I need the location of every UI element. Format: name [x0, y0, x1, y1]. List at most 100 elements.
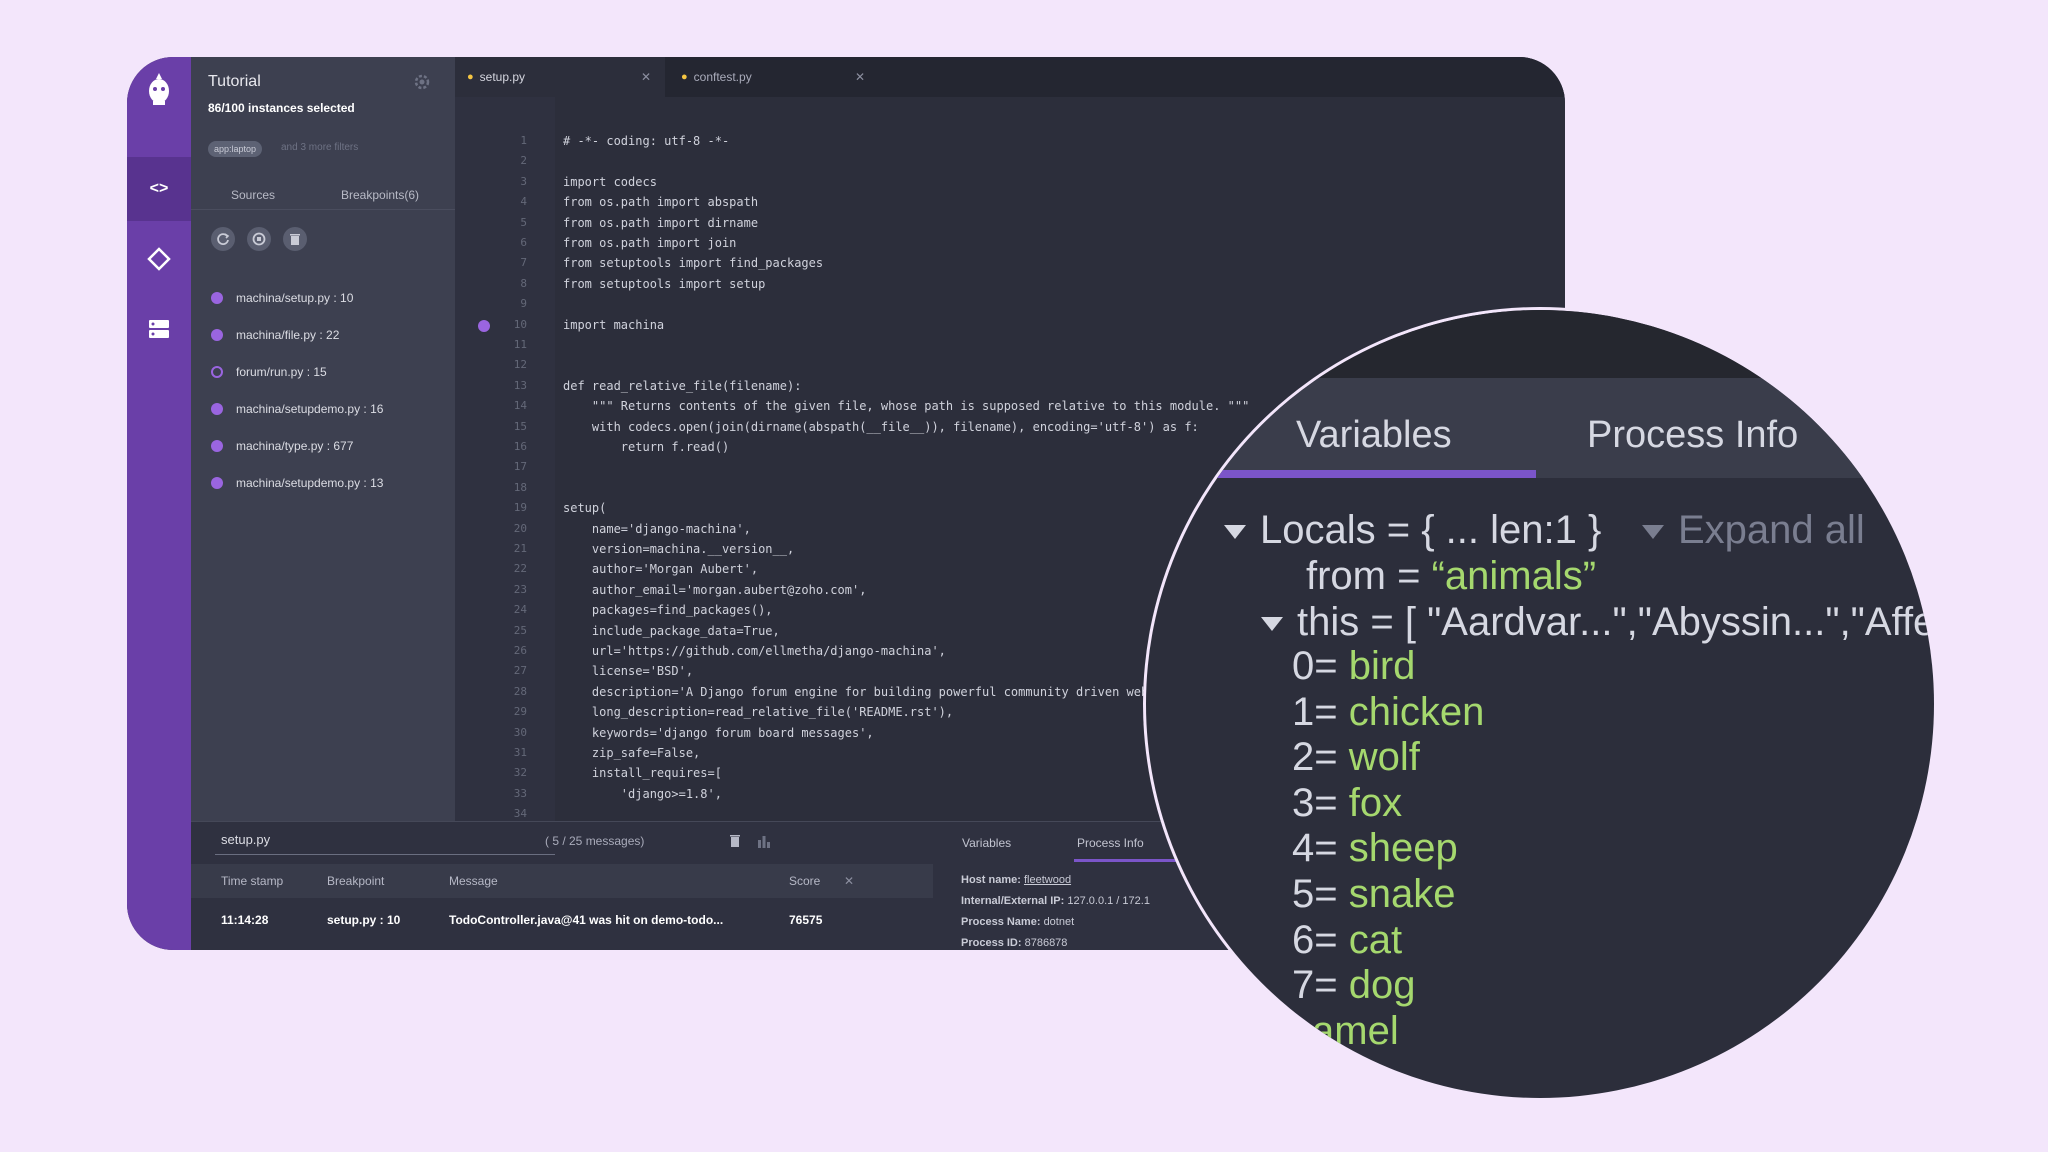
breakpoint-dot-icon[interactable]: [211, 365, 223, 378]
col-message[interactable]: Message: [449, 874, 498, 888]
tab-sources[interactable]: Sources: [231, 188, 275, 202]
disable-all-button[interactable]: [247, 227, 271, 251]
row-breakpoint: setup.py : 10: [327, 913, 401, 927]
col-timestamp[interactable]: Time stamp: [221, 874, 283, 888]
code-nav-button[interactable]: <>: [127, 157, 191, 221]
magnifier-tabs: Variables Process Info: [1146, 378, 1934, 478]
code-text: license='BSD',: [563, 664, 694, 679]
code-line: 6 from os.path import join: [455, 233, 1565, 253]
line-number[interactable]: 25: [455, 621, 555, 641]
breakpoint-item[interactable]: machina/file.py : 22: [211, 316, 383, 353]
var-key: 6=: [1292, 917, 1349, 962]
breakpoint-item[interactable]: forum/run.py : 15: [211, 353, 383, 390]
tab-breakpoints[interactable]: Breakpoints(6): [341, 188, 419, 202]
line-number[interactable]: 8: [455, 274, 555, 294]
var-value: cat: [1348, 917, 1403, 962]
close-icon[interactable]: ✕: [641, 70, 651, 84]
line-number[interactable]: 29: [455, 702, 555, 722]
line-number[interactable]: 13: [455, 376, 555, 396]
breakpoint-dot-icon[interactable]: [211, 328, 223, 341]
close-icon[interactable]: ✕: [855, 70, 865, 84]
breakpoint-item[interactable]: machina/setupdemo.py : 16: [211, 390, 383, 427]
more-filters-link[interactable]: and 3 more filters: [281, 141, 358, 155]
line-number[interactable]: 7: [455, 253, 555, 273]
stop-icon: [252, 232, 266, 246]
line-number[interactable]: 20: [455, 519, 555, 539]
python-file-icon: ●: [681, 71, 688, 83]
tab-variables[interactable]: Variables: [1296, 414, 1452, 457]
gear-icon[interactable]: [413, 73, 431, 91]
line-number[interactable]: 11: [455, 335, 555, 355]
line-number[interactable]: 15: [455, 417, 555, 437]
close-icon[interactable]: ✕: [844, 874, 854, 888]
line-number[interactable]: 28: [455, 682, 555, 702]
var-key: 4=: [1292, 826, 1349, 871]
col-breakpoint[interactable]: Breakpoint: [327, 874, 384, 888]
code-text: from os.path import dirname: [563, 215, 759, 230]
code-line: 8 from setuptools import setup: [455, 274, 1565, 294]
line-number[interactable]: 4: [455, 192, 555, 212]
line-number[interactable]: 30: [455, 723, 555, 743]
line-number[interactable]: 22: [455, 559, 555, 579]
line-number[interactable]: 5: [455, 213, 555, 233]
code-line: 2: [455, 151, 1565, 171]
line-number[interactable]: 12: [455, 355, 555, 375]
code-text: url='https://github.com/ellmetha/django-…: [563, 644, 946, 658]
code-text: from os.path import join: [563, 236, 737, 250]
breakpoint-dot-icon[interactable]: [211, 476, 223, 489]
code-line: 5 from os.path import dirname: [455, 213, 1565, 233]
line-number[interactable]: 18: [455, 478, 555, 498]
table-row[interactable]: 11:14:28 setup.py : 10 TodoController.ja…: [191, 900, 933, 940]
bar-chart-icon[interactable]: [757, 834, 771, 848]
breakpoint-item[interactable]: machina/setupdemo.py : 13: [211, 464, 383, 501]
magnifier-header: [1146, 310, 1934, 378]
breakpoint-item[interactable]: machina/type.py : 677: [211, 427, 383, 464]
line-number[interactable]: 32: [455, 763, 555, 783]
line-number[interactable]: 6: [455, 233, 555, 253]
breakpoint-dot-icon[interactable]: [211, 291, 223, 304]
line-number[interactable]: 2: [455, 151, 555, 171]
line-number[interactable]: 10: [455, 315, 555, 335]
tab-process-info[interactable]: Process Info: [1077, 836, 1144, 850]
line-number[interactable]: 16: [455, 437, 555, 457]
tab-conftest-py[interactable]: ● conftest.py ✕: [669, 57, 879, 97]
host-value[interactable]: fleetwood: [1024, 874, 1071, 886]
line-number[interactable]: 21: [455, 539, 555, 559]
tab-process-info[interactable]: Process Info: [1587, 414, 1798, 457]
breakpoint-dot-icon[interactable]: [211, 439, 223, 452]
line-number[interactable]: 19: [455, 498, 555, 518]
line-number[interactable]: 26: [455, 641, 555, 661]
trash-icon[interactable]: [729, 834, 741, 848]
refresh-button[interactable]: [211, 227, 235, 251]
filter-chip[interactable]: app:laptop: [208, 141, 263, 157]
diamond-icon: [147, 247, 171, 271]
chevron-down-icon: [1224, 525, 1246, 540]
line-number[interactable]: 33: [455, 784, 555, 804]
line-number[interactable]: 31: [455, 743, 555, 763]
line-number[interactable]: 27: [455, 661, 555, 681]
code-text: import machina: [563, 317, 665, 332]
server-icon: [149, 320, 169, 338]
breakpoint-item[interactable]: machina/setup.py : 10: [211, 279, 383, 316]
line-number[interactable]: 23: [455, 580, 555, 600]
diamond-nav-button[interactable]: [127, 227, 191, 291]
line-number[interactable]: 24: [455, 600, 555, 620]
breakpoint-marker-icon[interactable]: [478, 319, 490, 332]
file-tab-bar: ● setup.py ✕ ● conftest.py ✕: [455, 57, 1565, 97]
line-number[interactable]: 17: [455, 457, 555, 477]
col-score[interactable]: Score: [789, 874, 820, 888]
server-nav-button[interactable]: [127, 297, 191, 361]
breakpoint-dot-icon[interactable]: [211, 402, 223, 415]
delete-all-button[interactable]: [283, 227, 307, 251]
tab-variables[interactable]: Variables: [962, 836, 1011, 850]
line-number[interactable]: 3: [455, 172, 555, 192]
locals-row[interactable]: Locals = { ... len:1 }: [1224, 508, 1601, 553]
tab-setup-py[interactable]: ● setup.py ✕: [455, 57, 665, 97]
line-number[interactable]: 9: [455, 294, 555, 314]
expand-all-button[interactable]: Expand all: [1642, 508, 1865, 553]
line-number[interactable]: 14: [455, 396, 555, 416]
message-count: ( 5 / 25 messages): [545, 834, 645, 848]
messages-file-filter[interactable]: setup.py: [221, 832, 270, 847]
var-this[interactable]: this = [ "Aardvar...","Abyssin...","Affe…: [1261, 600, 1934, 645]
line-number[interactable]: 1: [455, 131, 555, 151]
